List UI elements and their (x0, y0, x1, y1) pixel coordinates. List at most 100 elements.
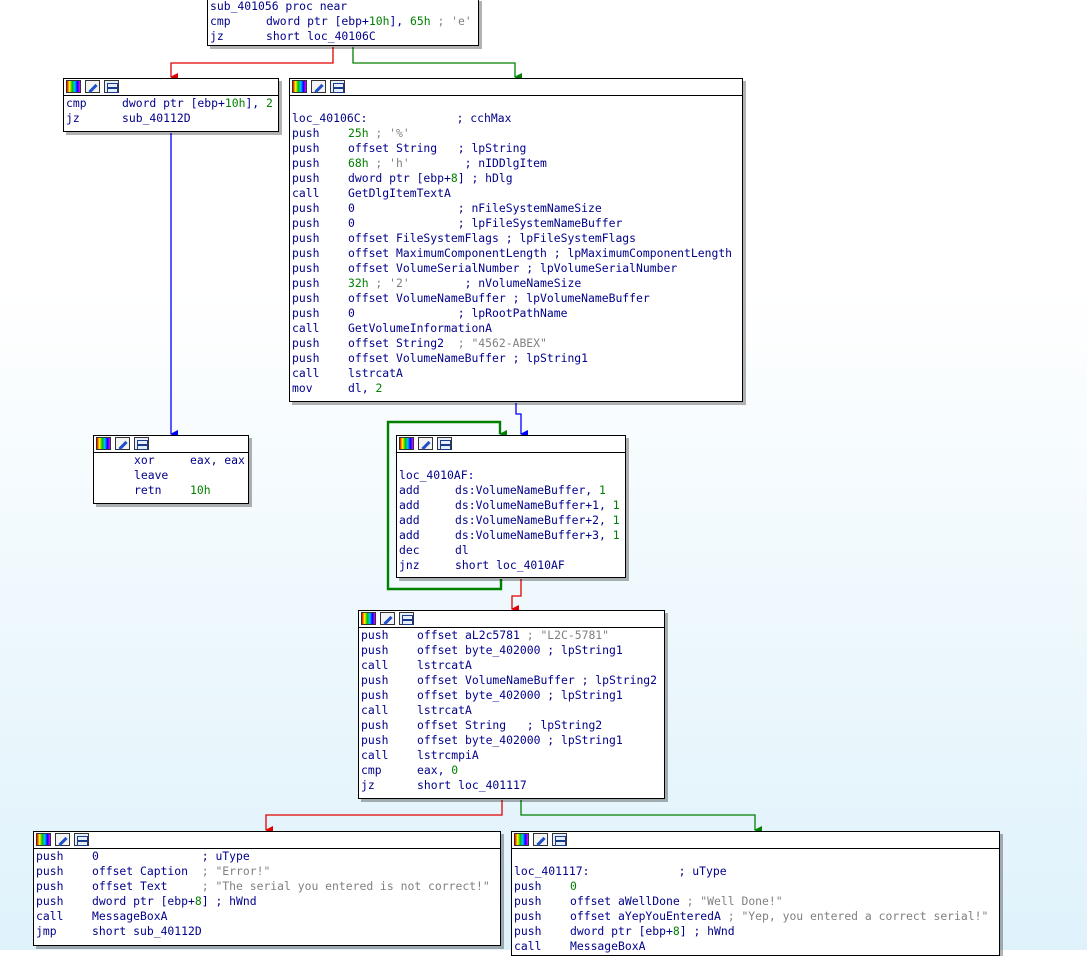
operands[interactable]: offset byte_402000 ; lpString1 (417, 688, 623, 703)
graph-overview-icon[interactable]: graph-overview-icon (74, 833, 89, 846)
operands[interactable]: ds:VolumeNameBuffer+3, 1 (455, 528, 620, 543)
graph-overview-icon[interactable]: graph-overview-icon (552, 833, 567, 846)
operands[interactable]: MessageBoxA (92, 909, 167, 924)
code-line[interactable]: mov dl, 2 (292, 381, 740, 396)
code-line[interactable]: loc_4010AF: (399, 468, 623, 483)
code-line[interactable]: jz sub_40112D (66, 111, 276, 126)
operands[interactable]: 32h (348, 276, 369, 291)
operands[interactable]: sub_40112D (122, 111, 191, 126)
operands[interactable]: 0 ; lpFileSystemNameBuffer (348, 216, 622, 231)
code-line[interactable]: call lstrcatA (361, 703, 662, 718)
code-line[interactable]: push offset String ; lpString2 (361, 718, 662, 733)
edit-pencil-icon[interactable]: edit-pencil-icon (55, 833, 70, 846)
code-line[interactable]: push offset aL2c5781 ; "L2C-5781" (361, 628, 662, 643)
operands[interactable]: offset VolumeNameBuffer ; lpVolumeNameBu… (348, 291, 650, 306)
code-line[interactable]: push offset MaximumComponentLength ; lpMa… (292, 246, 740, 261)
code-line[interactable]: push offset VolumeNameBuffer ; lpVolumeNa… (292, 291, 740, 306)
operands[interactable]: offset byte_402000 ; lpString1 (417, 733, 623, 748)
code-line[interactable]: push offset byte_402000 ; lpString1 (361, 733, 662, 748)
code-line[interactable]: push 0 ; nFileSystemNameSize (292, 201, 740, 216)
code-line[interactable]: call lstrcatA (292, 366, 740, 381)
code-line[interactable]: jz short loc_401117 (361, 778, 662, 793)
operands[interactable]: offset byte_402000 ; lpString1 (417, 643, 623, 658)
code-line[interactable]: push 0 ; uType (36, 849, 498, 864)
code-line[interactable]: push offset FileSystemFlags ; lpFileSyste… (292, 231, 740, 246)
edit-pencil-icon[interactable]: edit-pencil-icon (533, 833, 548, 846)
edit-pencil-icon[interactable]: edit-pencil-icon (311, 80, 326, 93)
code-line[interactable]: push 0 ; lpFileSystemNameBuffer (292, 216, 740, 231)
code-line[interactable]: call MessageBoxA (36, 909, 498, 924)
operands[interactable]: lstrcatA (417, 703, 472, 718)
operands[interactable]: dword ptr [ebp+10h], 65h (266, 14, 431, 29)
code-block-compare-serial[interactable]: color-palette-icon edit-pencil-icon graph-… (358, 610, 665, 799)
edit-pencil-icon[interactable]: edit-pencil-icon (115, 437, 130, 450)
code-line[interactable]: sub_401056 proc near (210, 0, 476, 14)
operands[interactable]: ds:VolumeNameBuffer, 1 (455, 483, 606, 498)
operands[interactable]: offset aYepYouEnteredA (570, 909, 728, 924)
operands[interactable]: offset FileSystemFlags ; lpFileSystemFla… (348, 231, 636, 246)
code-line[interactable]: loc_401117: ; uType (514, 864, 997, 879)
operands[interactable]: short loc_40106C (266, 29, 376, 44)
code-line[interactable]: push offset aWellDone ; "Well Done!" (514, 894, 997, 909)
operands[interactable]: offset MaximumComponentLength ; lpMaximu… (348, 246, 732, 261)
edit-pencil-icon[interactable]: edit-pencil-icon (418, 437, 433, 450)
code-line[interactable]: push offset Caption ; "Error!" (36, 864, 498, 879)
graph-overview-icon[interactable]: graph-overview-icon (104, 80, 119, 93)
code-line[interactable]: push offset Text ; "The serial you entere… (36, 879, 498, 894)
code-line[interactable]: call GetVolumeInformationA (292, 321, 740, 336)
graph-overview-icon[interactable]: graph-overview-icon (330, 80, 345, 93)
color-palette-icon[interactable]: color-palette-icon (36, 833, 51, 846)
graph-overview-icon[interactable]: graph-overview-icon (399, 612, 414, 625)
operands[interactable]: offset aWellDone (570, 894, 687, 909)
code-block-loc-401117[interactable]: color-palette-icon edit-pencil-icon graph-… (511, 831, 1000, 956)
code-line[interactable]: push 0 ; lpRootPathName (292, 306, 740, 321)
operands[interactable]: ds:VolumeNameBuffer+1, 1 (455, 498, 620, 513)
code-line[interactable]: add ds:VolumeNameBuffer+2, 1 (399, 513, 623, 528)
color-palette-icon[interactable]: color-palette-icon (292, 80, 307, 93)
code-line[interactable]: push dword ptr [ebp+8] ; hDlg (292, 171, 740, 186)
operands[interactable]: offset String ; lpString (348, 141, 526, 156)
operands[interactable]: 25h (348, 126, 369, 141)
operands[interactable]: offset String ; lpString2 (417, 718, 602, 733)
operands[interactable]: GetDlgItemTextA (348, 186, 451, 201)
operands[interactable]: lstrcmpiA (417, 748, 479, 763)
graph-overview-icon[interactable]: graph-overview-icon (134, 437, 149, 450)
operands[interactable]: offset VolumeNameBuffer ; lpString2 (417, 673, 657, 688)
operands[interactable]: offset aL2c5781 (417, 628, 527, 643)
code-line[interactable]: push offset aYepYouEnteredA ; "Yep, you e… (514, 909, 997, 924)
color-palette-icon[interactable]: color-palette-icon (399, 437, 414, 450)
code-block-sub-401056[interactable]: sub_401056 proc near cmp dword ptr [ebp+10… (207, 0, 479, 46)
code-line[interactable]: cmp dword ptr [ebp+10h], 65h ; 'e' (210, 14, 476, 29)
code-line[interactable]: xor eax, eax (114, 453, 246, 468)
operands[interactable]: offset Caption (92, 864, 202, 879)
operands[interactable]: offset VolumeNameBuffer ; lpString1 (348, 351, 588, 366)
operands[interactable]: 0 (570, 879, 577, 894)
operands[interactable]: offset VolumeSerialNumber ; lpVolumeSeri… (348, 261, 677, 276)
operands[interactable]: lstrcatA (348, 366, 403, 381)
code-line[interactable]: push 25h ; '%' (292, 126, 740, 141)
operands[interactable]: dword ptr [ebp+8] ; hWnd (570, 924, 735, 939)
code-line[interactable]: loc_40106C: ; cchMax (292, 111, 740, 126)
operands[interactable]: MessageBoxA (570, 939, 645, 954)
code-line[interactable]: jnz short loc_4010AF (399, 558, 623, 573)
operands[interactable]: 68h (348, 156, 369, 171)
code-label[interactable]: loc_4010AF: (399, 468, 474, 483)
code-line[interactable]: jz short loc_40106C (210, 29, 476, 44)
code-line[interactable]: leave (114, 468, 246, 483)
code-line[interactable]: call MessageBoxA (514, 939, 997, 954)
operands[interactable]: GetVolumeInformationA (348, 321, 492, 336)
code-line[interactable]: push dword ptr [ebp+8] ; hWnd (36, 894, 498, 909)
operands[interactable]: short loc_401117 (417, 778, 527, 793)
code-line[interactable]: call GetDlgItemTextA (292, 186, 740, 201)
code-block-error-message[interactable]: color-palette-icon edit-pencil-icon graph-… (33, 831, 501, 946)
code-line[interactable]: cmp dword ptr [ebp+10h], 2 (66, 96, 276, 111)
code-block-cmp-ebp10-2[interactable]: color-palette-icon edit-pencil-icon graph-… (63, 78, 279, 132)
code-line[interactable]: jmp short sub_40112D (36, 924, 498, 939)
code-line[interactable]: push 68h ; 'h' ; nIDDlgItem (292, 156, 740, 171)
code-line[interactable]: push 0 (514, 879, 997, 894)
operands[interactable]: dword ptr [ebp+10h], 2 (122, 96, 273, 111)
code-line[interactable]: add ds:VolumeNameBuffer+1, 1 (399, 498, 623, 513)
operands[interactable]: eax, eax (190, 453, 245, 468)
operands[interactable]: 0 ; uType (92, 849, 250, 864)
code-line[interactable]: push offset byte_402000 ; lpString1 (361, 688, 662, 703)
